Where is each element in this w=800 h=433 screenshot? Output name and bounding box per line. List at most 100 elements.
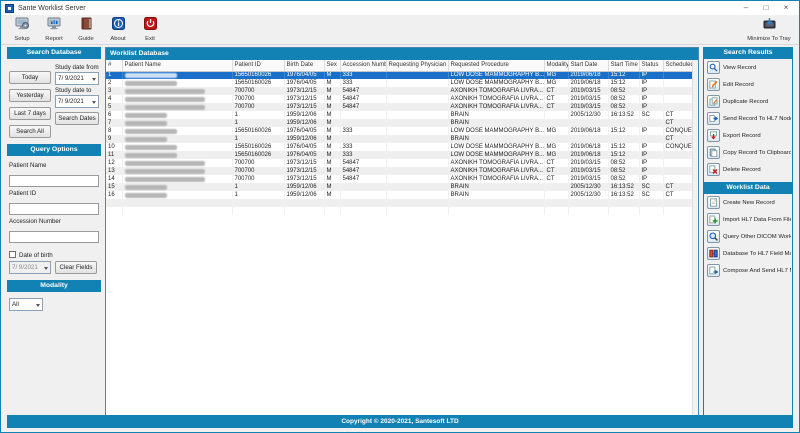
column-header-start-date[interactable]: Start Date	[568, 60, 608, 71]
cell-patient-id: 700700	[232, 167, 284, 175]
column-header-modality[interactable]: Modality	[544, 60, 568, 71]
worklist-data-create-new-record-button[interactable]: Create New Record	[704, 194, 792, 211]
cell-patient-id: 15650160026	[232, 127, 284, 135]
column-header-birth-date[interactable]: Birth Date	[284, 60, 324, 71]
empty-cell	[122, 207, 232, 215]
accession-number-input[interactable]	[9, 231, 99, 243]
table-row[interactable]: 11156501600261976/04/05M333LOW DOSE MAMM…	[106, 151, 698, 159]
column-header-requesting-physician[interactable]: Requesting Physician	[386, 60, 448, 71]
table-row[interactable]: 611959/12/06MBRAIN2005/12/3016:13:52SCCT…	[106, 111, 698, 119]
modality-select[interactable]: All	[9, 298, 43, 311]
patient-name-cell	[122, 159, 232, 167]
study-date-to-picker[interactable]: 7/ 9/2021	[55, 95, 99, 108]
table-row[interactable]: 8156501600261976/04/05M333LOW DOSE MAMMO…	[106, 127, 698, 135]
table-row[interactable]: 57007001973/12/15M54847AXONIKH TOMOGRAFI…	[106, 103, 698, 111]
search-results-delete-record-button[interactable]: Delete Record	[704, 161, 792, 178]
about-icon	[111, 17, 126, 35]
table-row[interactable]: 10156501600261976/04/05M333LOW DOSE MAMM…	[106, 143, 698, 151]
search-results-view-record-button[interactable]: View Record	[704, 59, 792, 76]
column-header-requested-procedure[interactable]: Requested Procedure	[448, 60, 544, 71]
worklist-data-query-other-dicom-worklist-button[interactable]: Query Other DICOM Worklist	[704, 228, 792, 245]
column-header-start-time[interactable]: Start Time	[608, 60, 639, 71]
today-button[interactable]: Today	[9, 71, 51, 84]
cell-birth-date: 1973/12/15	[284, 167, 324, 175]
study-date-from-label: Study date from	[55, 64, 99, 71]
cell-accession: 333	[340, 127, 386, 135]
cell-procedure: LOW DOSE MAMMOGRAPHY B...	[448, 79, 544, 87]
worklist-data-database-to-hl7-field-mapping-button[interactable]: Database To HL7 Field Mapping	[704, 245, 792, 262]
minimize-to-tray-button[interactable]: Minimize To Tray	[747, 16, 791, 44]
table-scrollbar[interactable]	[692, 60, 698, 416]
cell-patient-id: 700700	[232, 175, 284, 183]
table-row[interactable]: 911959/12/06MBRAINCT1234	[106, 135, 698, 143]
column-header-patient-name[interactable]: Patient Name	[122, 60, 232, 71]
patient-id-input[interactable]	[9, 203, 99, 215]
cell-sex: M	[324, 119, 340, 127]
about-button[interactable]: About	[103, 16, 133, 44]
redacted-patient-name	[125, 161, 205, 166]
guide-icon	[79, 17, 94, 35]
column-header--[interactable]: #	[106, 60, 122, 71]
search-results-export-record-button[interactable]: Export Record	[704, 127, 792, 144]
create-record-icon	[707, 196, 720, 209]
worklist-data-import-hl7-data-from-file-button[interactable]: Import HL7 Data From File	[704, 211, 792, 228]
redacted-patient-name	[125, 193, 167, 198]
maximize-button[interactable]: □	[757, 2, 775, 14]
action-label: Edit Record	[723, 82, 754, 88]
report-button[interactable]: Report	[39, 16, 69, 44]
table-row[interactable]: 1611959/12/06MBRAIN2005/12/3016:13:52SCC…	[106, 191, 698, 199]
cell-birth-date: 1973/12/15	[284, 175, 324, 183]
cell-birth-date: 1973/12/15	[284, 87, 324, 95]
table-row[interactable]: 1511959/12/06MBRAIN2005/12/3016:13:52SCC…	[106, 183, 698, 191]
cell-num: 2	[106, 79, 122, 87]
last-7-days-button[interactable]: Last 7 days	[9, 107, 51, 120]
close-button[interactable]: ×	[777, 2, 795, 14]
search-results-copy-record-to-clipboard-button[interactable]: Copy Record To Clipboard	[704, 144, 792, 161]
patient-name-input[interactable]	[9, 175, 99, 187]
cell-modality: CT	[544, 159, 568, 167]
column-header-sex[interactable]: Sex	[324, 60, 340, 71]
cell-modality	[544, 191, 568, 199]
cell-physician	[386, 87, 448, 95]
patient-name-cell	[122, 183, 232, 191]
cell-patient-id: 15650160026	[232, 151, 284, 159]
search-results-duplicate-record-button[interactable]: Duplicate Record	[704, 93, 792, 110]
exit-button[interactable]: Exit	[135, 16, 165, 44]
worklist-database-header: Worklist Database	[106, 48, 698, 60]
search-all-button[interactable]: Search All	[9, 125, 51, 138]
minimize-to-tray-icon	[762, 17, 777, 35]
app-icon	[5, 4, 14, 13]
worklist-data-compose-and-send-hl7-message-button[interactable]: Compose And Send HL7 Message	[704, 262, 792, 279]
date-of-birth-picker[interactable]: 7/ 9/2021	[9, 261, 51, 274]
date-of-birth-checkbox[interactable]	[9, 251, 16, 258]
table-row[interactable]: 127007001973/12/15M54847AXONIKH TOMOGRAF…	[106, 159, 698, 167]
setup-button[interactable]: Setup	[7, 16, 37, 44]
yesterday-button[interactable]: Yesterday	[9, 89, 51, 102]
table-row[interactable]: 2156501600261976/04/05M333LOW DOSE MAMMO…	[106, 79, 698, 87]
table-row[interactable]: 1156501600261976/04/05M333LOW DOSE MAMMO…	[106, 71, 698, 79]
column-header-patient-id[interactable]: Patient ID	[232, 60, 284, 71]
search-dates-button[interactable]: Search Dates	[55, 112, 99, 125]
table-row[interactable]: 711959/12/06MBRAINCT1234	[106, 119, 698, 127]
table-row[interactable]: 147007001973/12/15M54847AXONIKH TOMOGRAF…	[106, 175, 698, 183]
table-row[interactable]: 47007001973/12/15M54847AXONIKH TOMOGRAFI…	[106, 95, 698, 103]
cell-procedure: BRAIN	[448, 135, 544, 143]
table-row[interactable]: 37007001973/12/15M54847AXONIKH TOMOGRAFI…	[106, 87, 698, 95]
patient-name-cell	[122, 87, 232, 95]
cell-start-time: 15:12	[608, 127, 639, 135]
cell-procedure: LOW DOSE MAMMOGRAPHY B...	[448, 127, 544, 135]
column-header-status[interactable]: Status	[639, 60, 663, 71]
cell-status: IP	[639, 71, 663, 79]
exit-icon	[143, 17, 158, 35]
minimize-button[interactable]: –	[737, 2, 755, 14]
study-date-from-picker[interactable]: 7/ 9/2021	[55, 72, 99, 85]
guide-button[interactable]: Guide	[71, 16, 101, 44]
search-results-send-record-to-hl7-node-button[interactable]: Send Record To HL7 Node	[704, 110, 792, 127]
cell-start-date: 2019/06/18	[568, 151, 608, 159]
view-record-icon	[707, 61, 720, 74]
cell-num: 7	[106, 119, 122, 127]
column-header-accession-number[interactable]: Accession Number	[340, 60, 386, 71]
search-results-edit-record-button[interactable]: Edit Record	[704, 76, 792, 93]
clear-fields-button[interactable]: Clear Fields	[55, 261, 97, 274]
table-row[interactable]: 137007001973/12/15M54847AXONIKH TOMOGRAF…	[106, 167, 698, 175]
